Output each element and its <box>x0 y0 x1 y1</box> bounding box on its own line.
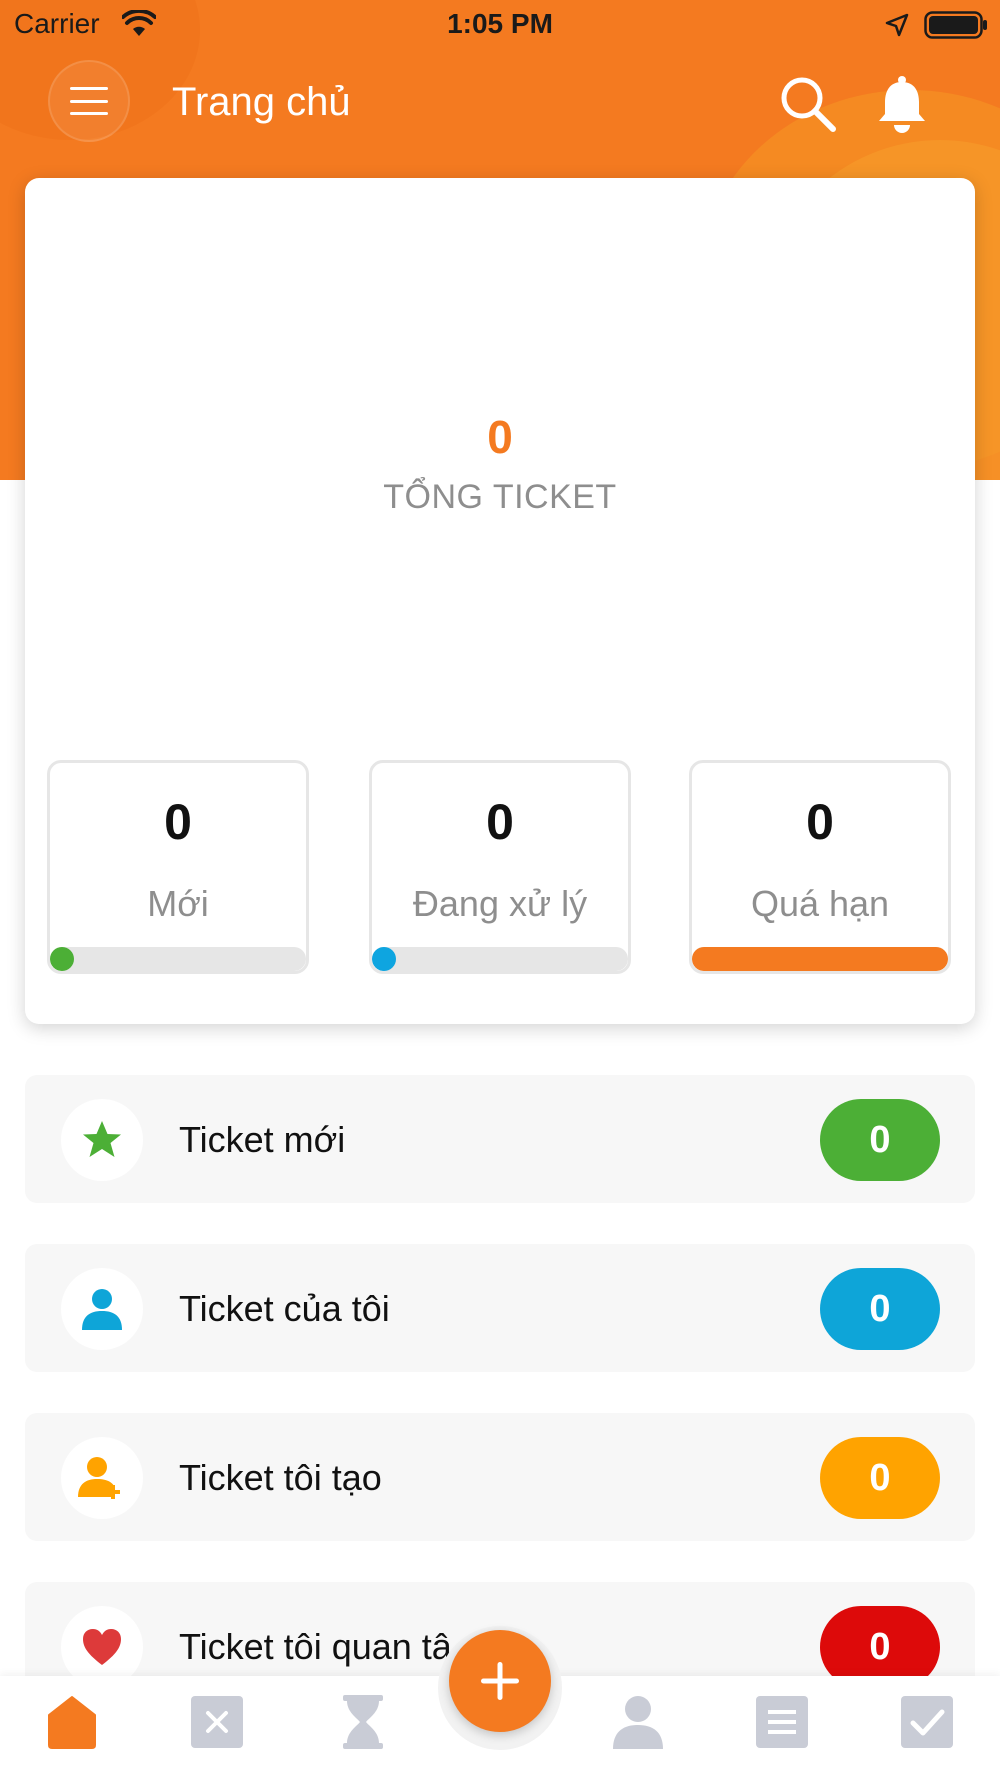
tab-list[interactable] <box>752 1692 812 1752</box>
summary-card: 0 TỔNG TICKET 0 Mới 0 Đang xử lý 0 Quá h… <box>25 178 975 1024</box>
add-ticket-button[interactable] <box>449 1630 551 1732</box>
heart-icon <box>83 1629 121 1665</box>
list-icon <box>756 1696 808 1748</box>
list-item-created-tickets[interactable]: Ticket tôi tạo 0 <box>25 1413 975 1541</box>
menu-button[interactable] <box>48 60 130 142</box>
tab-home[interactable] <box>42 1692 102 1752</box>
stat-label: Mới <box>147 883 209 924</box>
progress-fill <box>692 947 948 971</box>
tab-done[interactable] <box>897 1692 957 1752</box>
list-item-new-tickets[interactable]: Ticket mới 0 <box>25 1075 975 1203</box>
progress-track <box>50 947 306 971</box>
row-icon-container <box>61 1099 143 1181</box>
list-item-my-tickets[interactable]: Ticket của tôi 0 <box>25 1244 975 1372</box>
total-ticket-count: 0 <box>487 411 513 463</box>
page-title: Trang chủ <box>172 80 351 124</box>
total-ticket-label: TỔNG TICKET <box>383 478 617 516</box>
stat-overdue-tickets[interactable]: 0 Quá hạn <box>689 760 951 974</box>
stat-new-tickets[interactable]: 0 Mới <box>47 760 309 974</box>
stat-value: 0 <box>806 794 834 850</box>
location-arrow-icon <box>885 13 909 37</box>
progress-fill <box>50 947 74 971</box>
stat-processing-tickets[interactable]: 0 Đang xử lý <box>369 760 631 974</box>
user-icon <box>82 1289 122 1330</box>
stat-value: 0 <box>164 794 192 850</box>
checkmark-icon <box>901 1696 953 1748</box>
count-badge: 0 <box>820 1099 940 1181</box>
tab-profile[interactable] <box>608 1692 668 1752</box>
star-icon <box>83 1121 121 1157</box>
user-add-icon <box>78 1457 120 1499</box>
hourglass-icon <box>343 1695 383 1749</box>
tab-pending[interactable] <box>333 1692 393 1752</box>
battery-icon <box>924 11 987 39</box>
menu-icon <box>70 87 108 115</box>
stat-label: Quá hạn <box>750 883 890 924</box>
progress-fill <box>372 947 396 971</box>
count-badge: 0 <box>820 1437 940 1519</box>
close-icon <box>191 1696 243 1748</box>
stat-label: Đang xử lý <box>412 883 588 924</box>
bell-icon[interactable] <box>874 74 930 134</box>
row-label: Ticket tôi tạo <box>179 1457 382 1498</box>
progress-track <box>692 947 948 971</box>
tab-closed[interactable] <box>187 1692 247 1752</box>
row-label: Ticket mới <box>179 1119 346 1160</box>
count-badge: 0 <box>820 1268 940 1350</box>
status-bar: Carrier 1:05 PM <box>0 0 1000 50</box>
row-label: Ticket tôi quan tâ <box>179 1626 452 1667</box>
search-icon[interactable] <box>778 74 838 134</box>
row-icon-container <box>61 1268 143 1350</box>
plus-icon <box>481 1662 519 1700</box>
clock-time: 1:05 PM <box>447 8 553 39</box>
progress-track <box>372 947 628 971</box>
profile-icon <box>613 1696 663 1749</box>
home-screen: Carrier 1:05 PM Trang chủ 0 TỔNG TICKET … <box>0 0 1000 1778</box>
row-icon-container <box>61 1437 143 1519</box>
stat-value: 0 <box>486 794 514 850</box>
row-label: Ticket của tôi <box>179 1288 390 1329</box>
home-icon <box>48 1696 96 1749</box>
